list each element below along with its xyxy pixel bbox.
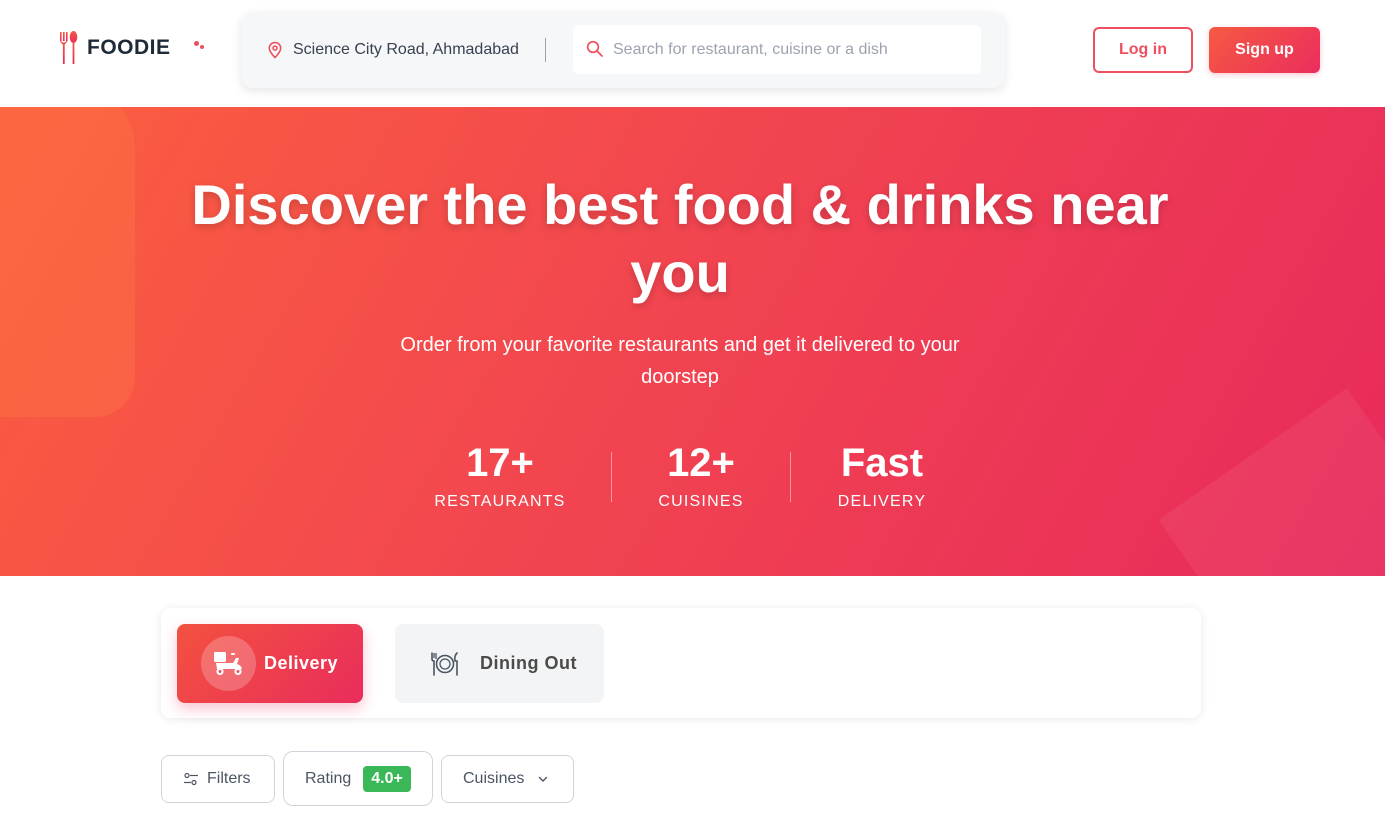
tab-delivery-label: Delivery	[264, 653, 339, 673]
signup-button[interactable]: Sign up	[1209, 27, 1320, 73]
location-text: Science City Road, Ahmadabad	[293, 41, 519, 58]
rating-badge: 4.0+	[363, 765, 411, 792]
stat-label: CUISINES	[658, 493, 744, 510]
stat-divider	[611, 452, 612, 502]
top-header: FOODIE Science City Road, Ahmadabad Log …	[0, 0, 1385, 107]
cuisines-label: Cuisines	[463, 770, 525, 787]
stat-cuisines: 12+ CUISINES	[636, 439, 766, 511]
cuisines-dropdown[interactable]: Cuisines	[441, 755, 574, 803]
fork-spoon-icon	[60, 31, 78, 64]
stat-value: Fast	[840, 441, 924, 485]
search-input[interactable]	[613, 25, 973, 74]
search-icon	[586, 40, 603, 57]
stat-label: RESTAURANTS	[434, 493, 566, 510]
hero-banner: Discover the best food & drinks near you…	[0, 107, 1385, 576]
brand-logo[interactable]: FOODIE	[58, 30, 204, 66]
hero-subtitle: Order from your favorite restaurants and…	[400, 334, 960, 388]
hero-decoration	[0, 107, 135, 417]
search-field[interactable]	[573, 25, 981, 74]
search-bar: Science City Road, Ahmadabad	[241, 12, 1005, 88]
location-selector[interactable]: Science City Road, Ahmadabad	[267, 37, 519, 63]
stat-divider	[790, 452, 791, 502]
hero-title: Discover the best food & drinks near you	[191, 173, 1169, 304]
stat-delivery: Fast DELIVERY	[817, 439, 947, 511]
scooter-icon	[201, 636, 256, 691]
filters-button[interactable]: Filters	[161, 755, 275, 803]
tab-dining-out-label: Dining Out	[480, 653, 577, 673]
login-button[interactable]: Log in	[1093, 27, 1193, 73]
tab-dining-out[interactable]: Dining Out	[395, 624, 604, 703]
location-pin-icon	[268, 41, 282, 59]
stat-value: 17+	[466, 441, 534, 485]
filters-label: Filters	[207, 770, 251, 787]
stat-value: 12+	[667, 441, 735, 485]
chevron-down-icon	[539, 776, 548, 782]
brand-dots-icon	[194, 41, 208, 51]
sliders-icon	[184, 772, 198, 786]
rating-label: Rating	[305, 769, 352, 787]
dining-icon	[417, 636, 472, 691]
rating-filter-button[interactable]: Rating 4.0+	[283, 751, 433, 806]
search-divider	[545, 38, 546, 62]
hero-decoration	[1158, 388, 1385, 576]
stat-restaurants: 17+ RESTAURANTS	[420, 439, 580, 511]
order-mode-card: Delivery Dining Out	[161, 608, 1201, 718]
stat-label: DELIVERY	[837, 493, 927, 510]
brand-name: FOODIE	[87, 36, 171, 59]
tab-delivery[interactable]: Delivery	[177, 624, 363, 703]
